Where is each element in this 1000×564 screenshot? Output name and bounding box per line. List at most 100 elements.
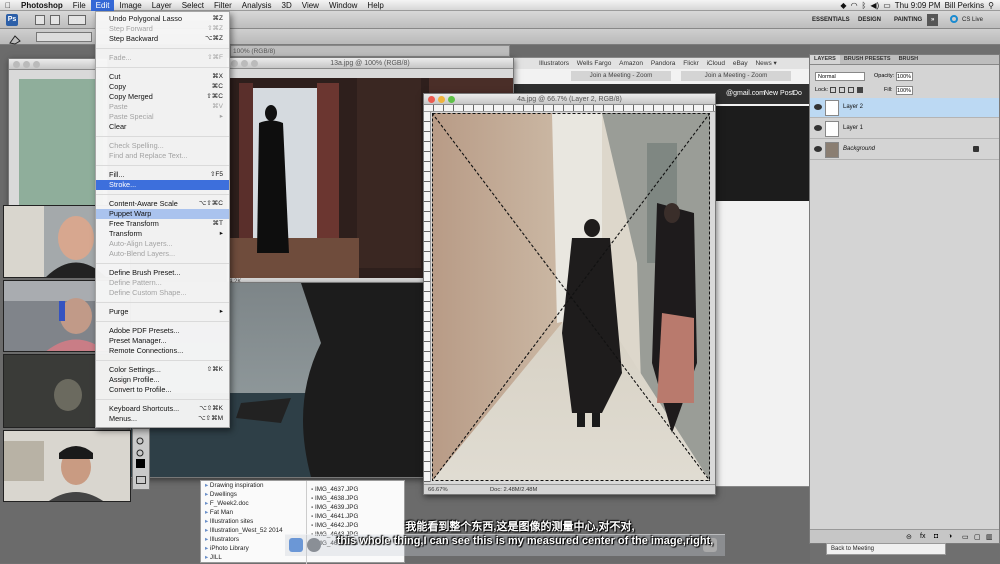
menu-select[interactable]: Select xyxy=(177,0,209,11)
edit-menu-item-copy-merged[interactable]: Copy Merged ⇧⌘C xyxy=(96,92,229,102)
document-4a-window[interactable]: 4a.jpg @ 66.7% (Layer 2, RGB/8) 66.67% D… xyxy=(423,93,716,495)
menu-photoshop[interactable]: Photoshop xyxy=(16,0,68,11)
arrange-documents-icon[interactable] xyxy=(68,15,86,25)
horizontal-ruler[interactable] xyxy=(424,105,715,112)
window-zoom-button[interactable] xyxy=(33,61,40,68)
bookmark-ebay[interactable]: eBay xyxy=(733,60,748,67)
menubar-clock[interactable]: Thu 9:09 PM xyxy=(895,1,941,10)
background-document-titlebar[interactable] xyxy=(9,59,107,70)
lock-all-icon[interactable] xyxy=(857,87,863,93)
zoom-level[interactable]: 66.67% xyxy=(428,485,448,495)
edit-menu-item-menus[interactable]: Menus... ⌥⇧⌘M xyxy=(96,414,229,424)
finder-item[interactable]: ▸ Illustration_West_52 2014 xyxy=(205,526,283,535)
blog-do-link[interactable]: Do xyxy=(793,90,802,97)
edit-menu-item-content-aware-scale[interactable]: Content-Aware Scale ⌥⇧⌘C xyxy=(96,199,229,209)
finder-file[interactable]: ▪ IMG_4639.JPG xyxy=(311,503,358,512)
edit-menu-item-keyboard-shortcuts[interactable]: Keyboard Shortcuts... ⌥⇧⌘K xyxy=(96,404,229,414)
menubar-user[interactable]: Bill Perkins xyxy=(945,1,985,10)
foreground-color-swatch[interactable] xyxy=(136,459,145,468)
finder-item[interactable]: ▸ Drawing inspiration xyxy=(205,481,263,490)
finder-file[interactable]: ▪ IMG_4637.JPG xyxy=(311,485,358,494)
edit-menu-item-preset-manager[interactable]: Preset Manager... xyxy=(96,336,229,346)
selection-mode-buttons[interactable] xyxy=(36,32,92,42)
finder-item[interactable]: ▸ Illustrators xyxy=(205,535,239,544)
menu-analysis[interactable]: Analysis xyxy=(237,0,277,11)
menu-layer[interactable]: Layer xyxy=(147,0,177,11)
opacity-input[interactable]: 100% xyxy=(896,72,913,81)
bookmark-wells-fargo[interactable]: Wells Fargo xyxy=(577,60,612,67)
layer-row-background[interactable]: Background xyxy=(810,140,999,160)
document-4a-titlebar[interactable]: 4a.jpg @ 66.7% (Layer 2, RGB/8) xyxy=(424,94,715,105)
window-minimize-button[interactable] xyxy=(241,60,248,67)
add-mask-icon[interactable]: ◘ xyxy=(934,533,938,540)
edit-menu-item-stroke[interactable]: Stroke... xyxy=(96,180,229,190)
menu-edit[interactable]: Edit xyxy=(90,0,115,11)
edit-menu-item-copy[interactable]: Copy ⌘C xyxy=(96,82,229,92)
link-layers-icon[interactable]: ⊝ xyxy=(906,533,912,541)
bookmark-pandora[interactable]: Pandora xyxy=(651,60,676,67)
menu-view[interactable]: View xyxy=(297,0,324,11)
apple-menu-icon[interactable]:  xyxy=(0,0,16,11)
bookmark-illustrators[interactable]: Illustrators xyxy=(539,60,569,67)
window-minimize-button[interactable] xyxy=(438,96,445,103)
back-document-tab[interactable]: 100% (RGB/8) xyxy=(230,45,510,57)
edit-menu-item-free-transform[interactable]: Free Transform ⌘T xyxy=(96,219,229,229)
window-close-button[interactable] xyxy=(231,60,238,67)
delete-layer-icon[interactable]: ▥ xyxy=(986,533,993,541)
window-close-button[interactable] xyxy=(428,96,435,103)
edit-menu-item-adobe-pdf-presets[interactable]: Adobe PDF Presets... xyxy=(96,326,229,336)
background-document-window[interactable] xyxy=(8,58,108,208)
spotlight-search-icon[interactable]: ⚲ xyxy=(988,1,994,10)
edit-menu-item-clear[interactable]: Clear xyxy=(96,122,229,132)
finder-file[interactable]: ▪ IMG_4638.JPG xyxy=(311,494,358,503)
edit-menu-item-step-backward[interactable]: Step Backward ⌥⌘Z xyxy=(96,34,229,44)
bookmark-news[interactable]: News ▾ xyxy=(755,60,776,67)
tab-brush-presets[interactable]: BRUSH PRESETS xyxy=(840,55,895,64)
finder-item[interactable]: ▸ F_Week2.doc xyxy=(205,499,249,508)
workspace-more-button[interactable]: » xyxy=(927,14,939,26)
menu-image[interactable]: Image xyxy=(114,0,146,11)
window-close-button[interactable] xyxy=(13,61,20,68)
layer-style-icon[interactable]: fx xyxy=(920,533,925,540)
browser-tab-2[interactable]: Join a Meeting - Zoom xyxy=(681,71,791,81)
zoom-tool-icon[interactable] xyxy=(136,432,146,445)
quick-mask-icon[interactable] xyxy=(136,476,146,484)
hand-tool-icon[interactable] xyxy=(136,444,146,457)
workspace-painting[interactable]: PAINTING xyxy=(890,14,926,26)
layer-row-layer-2[interactable]: Layer 2 xyxy=(810,98,999,118)
launch-minibridge-icon[interactable] xyxy=(50,15,60,25)
visibility-eye-icon[interactable] xyxy=(814,104,822,110)
tab-brush[interactable]: BRUSH xyxy=(895,55,923,64)
fill-input[interactable]: 100% xyxy=(896,86,913,95)
volume-icon[interactable]: ◀) xyxy=(870,1,879,10)
finder-item[interactable]: ▸ Illustration sites xyxy=(205,517,253,526)
adjustment-layer-icon[interactable]: ◑ xyxy=(948,533,952,540)
dropbox-icon[interactable]: ◆ xyxy=(840,1,846,10)
bookmark-flickr[interactable]: Flickr xyxy=(683,60,699,67)
workspace-essentials[interactable]: ESSENTIALS xyxy=(808,14,854,26)
vertical-ruler[interactable] xyxy=(424,112,431,482)
wifi-icon[interactable]: ◠ xyxy=(851,1,858,10)
edit-menu-item-fill[interactable]: Fill... ⇧F5 xyxy=(96,170,229,180)
battery-icon[interactable]: ▭ xyxy=(883,1,891,10)
document-4a-canvas[interactable] xyxy=(432,113,710,481)
tab-layers[interactable]: LAYERS xyxy=(810,55,840,64)
edit-menu-item-color-settings[interactable]: Color Settings... ⇧⌘K xyxy=(96,365,229,375)
edit-menu-item-undo-polygonal-lasso[interactable]: Undo Polygonal Lasso ⌘Z xyxy=(96,14,229,24)
finder-item[interactable]: ▸ JILL xyxy=(205,553,222,562)
document-13a-titlebar[interactable]: 13a.jpg @ 100% (RGB/8) xyxy=(227,58,513,69)
blend-mode-select[interactable]: Normal xyxy=(815,72,865,81)
edit-menu-item-convert-to-profile[interactable]: Convert to Profile... xyxy=(96,385,229,395)
bluetooth-icon[interactable]: ᛒ xyxy=(862,1,867,10)
workspace-design[interactable]: DESIGN xyxy=(854,14,885,26)
new-layer-icon[interactable]: ▢ xyxy=(974,533,981,541)
bookmark-icloud[interactable]: iCloud xyxy=(707,60,725,67)
lock-transparent-icon[interactable] xyxy=(830,87,836,93)
finder-item[interactable]: ▸ Fat Man xyxy=(205,508,233,517)
browser-tab-1[interactable]: Join a Meeting - Zoom xyxy=(571,71,671,81)
lock-image-icon[interactable] xyxy=(839,87,845,93)
menu-window[interactable]: Window xyxy=(324,0,362,11)
new-group-icon[interactable]: ▭ xyxy=(962,533,969,541)
menu-3d[interactable]: 3D xyxy=(277,0,297,11)
launch-bridge-icon[interactable] xyxy=(35,15,45,25)
